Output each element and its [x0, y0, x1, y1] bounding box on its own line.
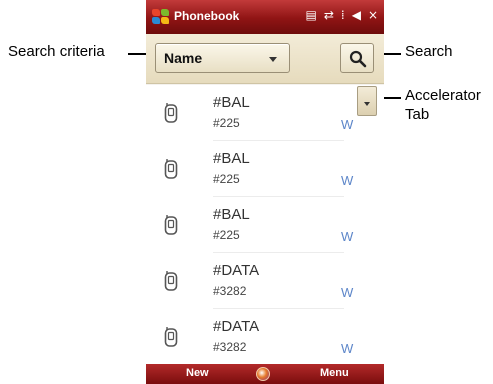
callout-accelerator-line2: Tab — [405, 106, 430, 123]
chevron-down-icon — [269, 57, 277, 62]
windows-start-icon[interactable] — [152, 9, 170, 25]
contact-list[interactable]: #BAL #225 W #BAL #225 W #BAL #225 W #DAT… — [146, 85, 384, 365]
title-bar: Phonebook ▤ ⇄ ⁞ ◀ × — [146, 0, 384, 34]
contact-row[interactable]: #BAL #225 W — [146, 141, 384, 197]
callout-accelerator-line1: Accelerator — [405, 87, 481, 104]
search-button[interactable] — [340, 43, 374, 73]
new-softkey[interactable]: New — [186, 367, 209, 379]
contact-number: #3282 — [213, 340, 247, 354]
contact-row[interactable]: #BAL #225 W — [146, 85, 384, 141]
contact-name: #BAL — [213, 150, 250, 167]
speaker-icon[interactable]: ◀ — [352, 8, 361, 22]
contact-name: #DATA — [213, 318, 260, 335]
contact-number-type: W — [341, 285, 354, 300]
contact-number-type: W — [341, 341, 354, 356]
contact-row[interactable]: #DATA #3282 W — [146, 253, 384, 309]
contact-name: #BAL — [213, 94, 250, 111]
callout-search: Search — [405, 43, 453, 60]
input-panel-icon[interactable] — [256, 367, 270, 381]
status-icons: ▤ ⇄ ⁞ ◀ × — [305, 8, 378, 22]
contact-number-type: W — [341, 117, 354, 132]
signal-icon: ⁞ — [340, 8, 345, 22]
softkey-bar: New Menu — [146, 364, 384, 384]
contact-number: #225 — [213, 116, 240, 130]
mobile-phone-icon — [164, 271, 178, 291]
callout-accelerator-tab: Accelerator Tab — [405, 86, 481, 124]
search-criteria-value: Name — [164, 50, 203, 66]
mobile-phone-icon — [164, 159, 178, 179]
contact-name: #BAL — [213, 206, 250, 223]
contact-number: #225 — [213, 172, 240, 186]
mobile-phone-icon — [164, 327, 178, 347]
contact-number-type: W — [341, 173, 354, 188]
phone-screen: Phonebook ▤ ⇄ ⁞ ◀ × Name #BAL #225 W #BA… — [146, 0, 384, 384]
app-title: Phonebook — [174, 9, 240, 23]
callout-search-criteria: Search criteria — [8, 43, 105, 60]
search-criteria-dropdown[interactable]: Name — [155, 43, 290, 73]
search-icon — [349, 50, 367, 68]
contact-row[interactable]: #DATA #3282 W — [146, 309, 384, 365]
mobile-phone-icon — [164, 103, 178, 123]
contact-row[interactable]: #BAL #225 W — [146, 197, 384, 253]
contact-number: #225 — [213, 228, 240, 242]
contact-name: #DATA — [213, 262, 260, 279]
contact-number: #3282 — [213, 284, 247, 298]
chevron-down-icon — [364, 102, 370, 106]
mobile-phone-icon — [164, 215, 178, 235]
sync-arrows-icon: ⇄ — [323, 8, 334, 22]
contact-number-type: W — [341, 229, 354, 244]
accelerator-tab[interactable] — [357, 86, 377, 116]
sim-card-icon: ▤ — [305, 8, 317, 22]
close-icon[interactable]: × — [368, 8, 378, 22]
menu-softkey[interactable]: Menu — [320, 367, 349, 379]
